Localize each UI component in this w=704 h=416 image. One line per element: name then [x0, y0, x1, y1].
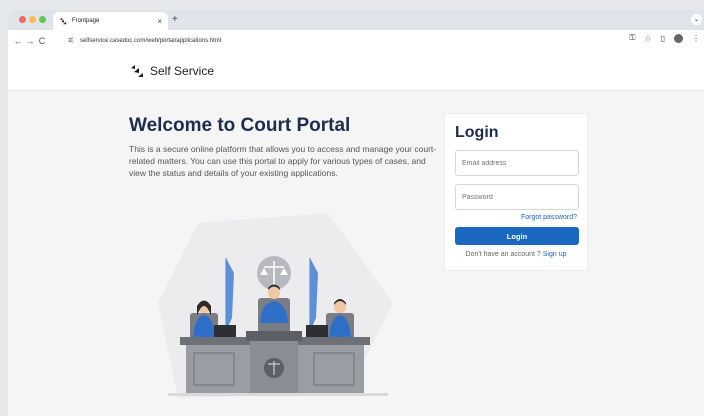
signup-link[interactable]: Sign up [543, 251, 567, 258]
tab-search-icon[interactable]: ⌄ [691, 14, 702, 25]
close-window-button[interactable] [19, 16, 26, 23]
forgot-password-link[interactable]: Forgot password? [455, 214, 577, 221]
new-tab-button[interactable]: + [172, 14, 178, 25]
page: Self Service Welcome to Court Portal Thi… [8, 51, 704, 416]
extensions-icon[interactable]: ▯ [661, 34, 665, 43]
site-favicon-icon [59, 17, 67, 25]
site-logo[interactable]: Self Service [130, 64, 214, 78]
no-account-text: Don't have an account ? [465, 251, 541, 258]
back-button[interactable]: ← [12, 36, 24, 46]
tune-icon[interactable]: ⚟ [64, 36, 78, 45]
login-card: Login Forgot password? Login Don't have … [444, 113, 588, 271]
tab-title: Frontpage [72, 18, 100, 24]
password-key-icon[interactable]: ⚿ [629, 33, 635, 43]
site-header: Self Service [8, 51, 704, 91]
tab-close-icon[interactable]: × [157, 17, 162, 26]
signup-row: Don't have an account ? Sign up [455, 251, 577, 258]
logo-text: Self Service [150, 64, 215, 78]
forward-button[interactable]: → [24, 36, 36, 46]
logo-icon [131, 65, 143, 77]
address-bar[interactable]: ⚟ selfservice.casedoc.com/web/portal/app… [64, 33, 700, 48]
menu-icon[interactable]: ⋮ [692, 34, 700, 43]
maximize-window-button[interactable] [39, 16, 46, 23]
url-text[interactable]: selfservice.casedoc.com/web/portal/appli… [80, 38, 221, 44]
profile-icon[interactable] [674, 33, 683, 43]
welcome-description: This is a secure online platform that al… [129, 144, 437, 178]
email-field[interactable] [455, 150, 579, 176]
welcome-section: Welcome to Court Portal This is a secure… [129, 115, 439, 179]
login-title: Login [455, 124, 499, 141]
browser-chrome: Frontpage × + ⌄ ← → C ⚟ selfservice.case… [8, 10, 704, 51]
tab-bar: Frontpage × + ⌄ [8, 10, 704, 30]
browser-toolbar: ← → C ⚟ selfservice.casedoc.com/web/port… [8, 30, 704, 51]
minimize-window-button[interactable] [29, 16, 36, 23]
reload-button[interactable]: C [36, 36, 48, 46]
password-field[interactable] [455, 184, 579, 210]
toolbar-actions: ⚿ ☆ ▯ ⋮ [629, 33, 700, 43]
page-title: Welcome to Court Portal [129, 115, 351, 136]
login-button[interactable]: Login [455, 227, 579, 245]
tab-frontpage[interactable]: Frontpage × [53, 12, 168, 30]
court-illustration [158, 213, 393, 398]
star-icon[interactable]: ☆ [644, 34, 651, 43]
